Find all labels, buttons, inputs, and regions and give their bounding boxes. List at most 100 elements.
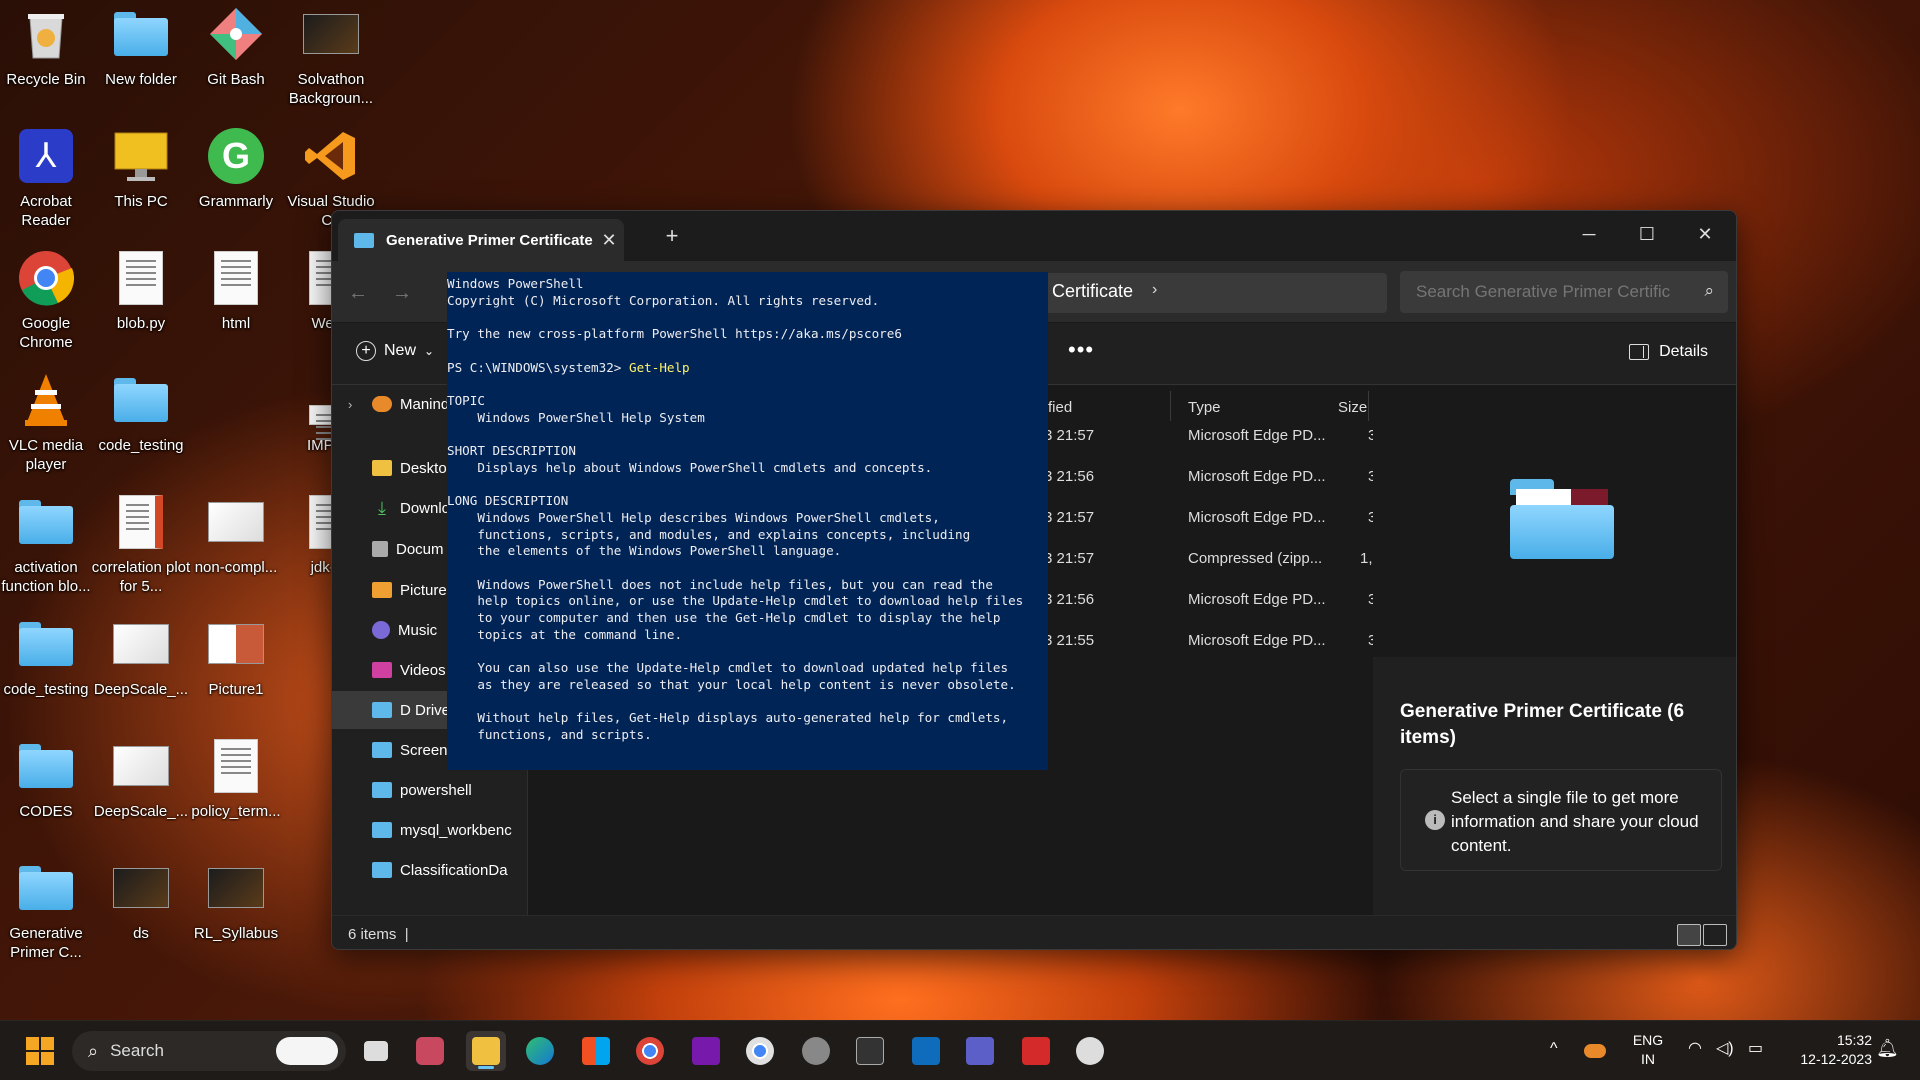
- taskbar: ⌕ Search ^ ENG IN ◠ ◁) ▭ 15:32 12-12-202…: [0, 1020, 1920, 1080]
- meet-icon[interactable]: [410, 1031, 450, 1071]
- desktop-icon-codes[interactable]: CODES: [0, 732, 92, 840]
- folder-icon: [18, 616, 74, 672]
- new-button-label: New: [384, 342, 417, 359]
- chrome-canary-icon[interactable]: [740, 1031, 780, 1071]
- desktop-icon-blob-py[interactable]: blob.py: [95, 244, 187, 352]
- teams-icon[interactable]: [960, 1031, 1000, 1071]
- desktop-icon-code-testing[interactable]: code_testing: [95, 366, 187, 474]
- terminal-icon[interactable]: [850, 1031, 890, 1071]
- file-icon: [208, 250, 264, 306]
- details-pane: Generative Primer Certificate (6 items) …: [1373, 385, 1736, 915]
- desktop-icon-correlation-plot[interactable]: correlation plot for 5...: [92, 488, 190, 596]
- file-explorer-taskbar-icon[interactable]: [466, 1031, 506, 1071]
- powershell-console[interactable]: Windows PowerShell Copyright (C) Microso…: [447, 272, 1048, 770]
- clock-time: 15:32: [1836, 1032, 1872, 1048]
- desktop-icon-policy-term[interactable]: policy_term...: [190, 732, 282, 840]
- desktop-icon-grammarly[interactable]: G Grammarly: [190, 122, 282, 230]
- nav-item-label: Downlo: [400, 499, 451, 517]
- desktop-icon-rl-syllabus[interactable]: RL_Syllabus: [190, 854, 282, 962]
- desktop-icon-new-folder[interactable]: New folder: [95, 0, 187, 108]
- desktop-icon-ds[interactable]: ds: [95, 854, 187, 962]
- desktop-icon-solvathon[interactable]: Solvathon Backgroun...: [285, 0, 377, 108]
- desktop-icon-deepscale-2[interactable]: DeepScale_...: [94, 732, 188, 840]
- cell-type: Compressed (zipp...: [1188, 550, 1323, 567]
- onenote-icon[interactable]: [686, 1031, 726, 1071]
- store-icon[interactable]: [576, 1031, 616, 1071]
- settings-icon[interactable]: [796, 1031, 836, 1071]
- title-bar: Generative Primer Certificate ✕ + ─ ☐ ✕: [332, 211, 1736, 261]
- size-column: Size 39 39 39 1,80 39 39: [1332, 385, 1389, 685]
- folder-icon: [18, 494, 74, 550]
- cell-modified: 3 21:57: [1044, 427, 1095, 444]
- minimize-button[interactable]: ─: [1560, 217, 1618, 251]
- clock-date: 12-12-2023: [1800, 1051, 1872, 1067]
- new-button[interactable]: + New ⌄: [356, 341, 434, 361]
- document-icon: [372, 541, 388, 557]
- details-button[interactable]: Details: [1629, 343, 1708, 361]
- clock[interactable]: 15:32 12-12-2023: [1782, 1031, 1872, 1069]
- desktop-icon-activation-function[interactable]: activation function blo...: [0, 488, 92, 596]
- more-options-button[interactable]: •••: [1068, 337, 1094, 363]
- edge-icon[interactable]: [520, 1031, 560, 1071]
- acrobat-icon[interactable]: [1016, 1031, 1056, 1071]
- word-document-icon: [113, 494, 169, 550]
- maximize-button[interactable]: ☐: [1618, 217, 1676, 251]
- back-arrow-icon[interactable]: ←: [342, 277, 374, 309]
- search-box[interactable]: ⌕: [1400, 271, 1728, 313]
- desktop-icon-google-chrome[interactable]: Google Chrome: [0, 244, 92, 352]
- column-header-date-modified[interactable]: fied: [1048, 399, 1072, 416]
- desktop-icon-vlc[interactable]: VLC media player: [0, 366, 92, 474]
- column-header-type[interactable]: Type: [1188, 399, 1221, 416]
- outlook-icon[interactable]: [906, 1031, 946, 1071]
- nav-item-label: Manind: [400, 395, 450, 413]
- breadcrumb-item-certificate[interactable]: Certificate: [1052, 281, 1133, 302]
- tab-close-icon[interactable]: ✕: [594, 230, 624, 251]
- file-icon: [208, 738, 264, 794]
- app-icon[interactable]: [1070, 1031, 1110, 1071]
- bell-icon[interactable]: 🔔︎: [1876, 1039, 1899, 1058]
- start-button[interactable]: [20, 1031, 60, 1071]
- desktop-icon-non-compl[interactable]: non-compl...: [190, 488, 282, 596]
- language-indicator[interactable]: ENG IN: [1626, 1031, 1670, 1069]
- nav-item-powershell[interactable]: powershell: [332, 771, 528, 809]
- volume-icon[interactable]: ◁): [1716, 1039, 1734, 1058]
- nav-item-mysql-workbench[interactable]: mysql_workbenc: [332, 811, 528, 849]
- console-command: Get-Help: [628, 359, 690, 375]
- desktop-icon-generative-primer[interactable]: Generative Primer C...: [0, 854, 92, 962]
- music-icon: [372, 621, 390, 639]
- wifi-icon[interactable]: ◠: [1688, 1039, 1702, 1058]
- desktop-icon-recycle-bin[interactable]: Recycle Bin: [0, 0, 92, 108]
- taskbar-search[interactable]: ⌕ Search: [72, 1031, 346, 1071]
- tab-generative-primer[interactable]: Generative Primer Certificate ✕: [338, 219, 624, 261]
- cell-type: Microsoft Edge PD...: [1188, 509, 1326, 526]
- desktop-icon-html[interactable]: html: [190, 244, 282, 352]
- desktop-icon-deepscale-1[interactable]: DeepScale_...: [94, 610, 188, 718]
- download-icon: ⤓: [378, 498, 386, 518]
- battery-icon[interactable]: ▭: [1748, 1039, 1763, 1058]
- chevron-right-icon[interactable]: ›: [348, 397, 352, 412]
- tiles-view-button[interactable]: [1703, 924, 1727, 946]
- column-header-size[interactable]: Size: [1338, 399, 1367, 416]
- desktop-icon-acrobat-reader[interactable]: ⅄ Acrobat Reader: [0, 122, 92, 230]
- search-icon[interactable]: ⌕: [1704, 281, 1714, 301]
- search-input[interactable]: [1416, 282, 1696, 302]
- region-code: IN: [1641, 1051, 1655, 1067]
- language-code: ENG: [1632, 1032, 1664, 1048]
- close-button[interactable]: ✕: [1676, 217, 1734, 251]
- nav-item-classification-data[interactable]: ClassificationDa: [332, 851, 528, 889]
- forward-arrow-icon[interactable]: →: [386, 277, 418, 309]
- onedrive-icon[interactable]: [1580, 1031, 1610, 1071]
- desktop-icon-code-testing-2[interactable]: code_testing: [0, 610, 92, 718]
- new-tab-button[interactable]: +: [657, 223, 687, 249]
- cell-modified: 3 21:55: [1044, 632, 1095, 649]
- chrome-icon[interactable]: [630, 1031, 670, 1071]
- cell-type: Microsoft Edge PD...: [1188, 632, 1326, 649]
- folder-blue-icon: [372, 782, 392, 798]
- task-view-button[interactable]: [356, 1031, 396, 1071]
- breadcrumb-chevron-icon[interactable]: ›: [1152, 281, 1157, 299]
- desktop-icon-git-bash[interactable]: Git Bash: [190, 0, 282, 108]
- desktop-icon-picture1[interactable]: Picture1: [190, 610, 282, 718]
- show-hidden-icons-chevron-icon[interactable]: ^: [1550, 1039, 1558, 1058]
- details-view-button[interactable]: [1677, 924, 1701, 946]
- desktop-icon-this-pc[interactable]: This PC: [95, 122, 187, 230]
